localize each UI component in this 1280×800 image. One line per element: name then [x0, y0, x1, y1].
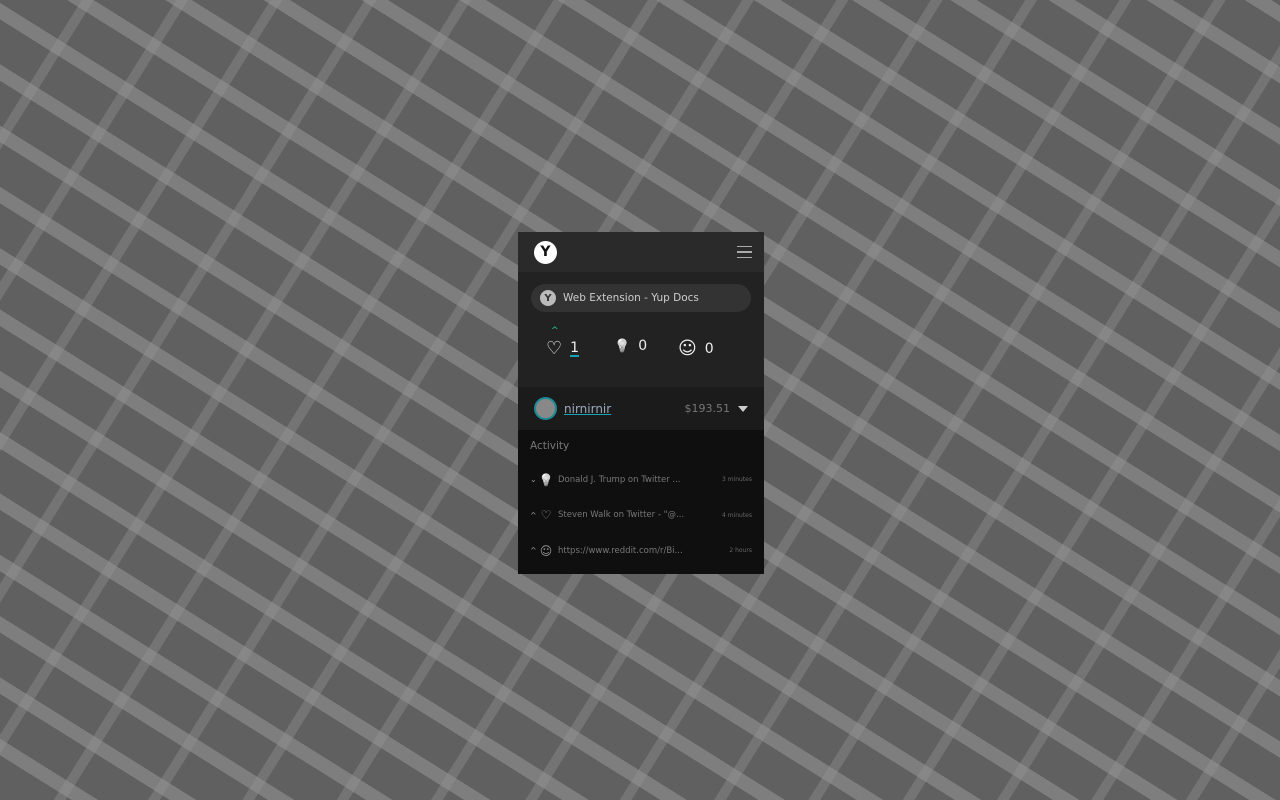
page-icon: Y: [540, 290, 556, 306]
rate-smile-button[interactable]: ☺ 0: [678, 338, 714, 359]
header: Y: [518, 232, 764, 272]
activity-time: 2 hours: [729, 547, 752, 555]
activity-item[interactable]: ^ ♡ Steven Walk on Twitter - "@... 4 min…: [530, 498, 752, 534]
smile-icon: ☺: [678, 338, 697, 359]
lightbulb-icon: 💡: [614, 338, 631, 354]
activity-text: Donald J. Trump on Twitter ...: [558, 474, 681, 485]
downvote-arrow-icon: ⌄: [530, 475, 537, 485]
heart-icon: ♡: [546, 338, 563, 359]
upvote-indicator-icon: ^: [551, 326, 559, 336]
activity-text: https://www.reddit.com/r/Bi...: [558, 545, 683, 556]
current-page-pill: Y Web Extension - Yup Docs: [531, 284, 751, 312]
rating-bar: ^ ♡ 1 💡 0 ☺ 0: [518, 312, 764, 387]
activity-text: Steven Walk on Twitter - "@...: [558, 510, 685, 521]
rate-lightbulb-button[interactable]: 💡 0: [614, 338, 647, 354]
activity-time: 4 minutes: [721, 511, 752, 519]
lightbulb-icon: 💡: [538, 472, 554, 487]
avatar[interactable]: [534, 397, 557, 420]
smile-count: 0: [704, 340, 714, 357]
balance: $193.51: [684, 402, 731, 415]
lightbulb-count: 0: [638, 338, 648, 354]
yup-extension-popup: Y Y Web Extension - Yup Docs ^ ♡ 1 💡 0 ☺…: [518, 232, 764, 574]
activity-title: Activity: [530, 440, 570, 452]
chevron-down-icon[interactable]: [738, 405, 748, 412]
rate-heart-button[interactable]: ♡ 1: [546, 338, 580, 359]
activity-section: Activity ⌄ 💡 Donald J. Trump on Twitter …: [518, 430, 764, 574]
yup-logo[interactable]: Y: [534, 240, 557, 264]
upvote-arrow-icon: ^: [530, 510, 537, 520]
activity-time: 3 minutes: [721, 476, 752, 484]
username-link[interactable]: nirnirnir: [564, 402, 611, 416]
activity-item[interactable]: ⌄ 💡 Donald J. Trump on Twitter ... 3 min…: [530, 462, 752, 498]
heart-count: 1: [570, 339, 580, 357]
upvote-arrow-icon: ^: [530, 546, 537, 556]
page-title: Web Extension - Yup Docs: [563, 292, 699, 304]
heart-icon: ♡: [540, 508, 552, 523]
smile-icon: ☺: [539, 543, 553, 558]
user-row: nirnirnir $193.51: [518, 387, 764, 430]
activity-item[interactable]: ^ ☺ https://www.reddit.com/r/Bi... 2 hou…: [530, 533, 752, 569]
hamburger-icon[interactable]: [737, 245, 752, 259]
